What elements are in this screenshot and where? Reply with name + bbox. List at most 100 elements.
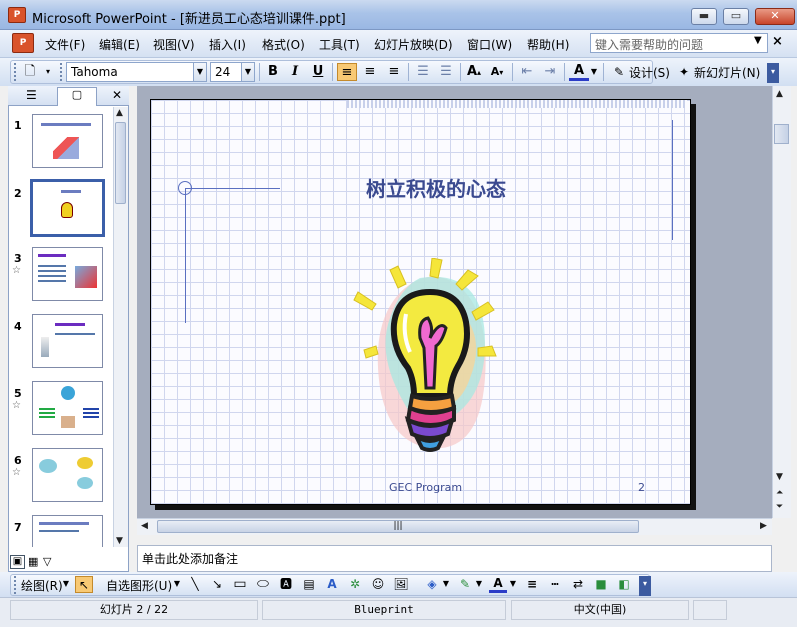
notes-input[interactable]: 单击此处添加备注 bbox=[137, 545, 772, 572]
new-slide-button[interactable]: 新幻灯片(N) bbox=[694, 64, 760, 81]
slide-title[interactable]: 树立积极的心态 bbox=[366, 173, 506, 202]
dash-style-icon[interactable]: ┅ bbox=[546, 576, 564, 593]
align-right-icon[interactable]: ≡ bbox=[384, 63, 404, 81]
close-document-button[interactable]: × bbox=[772, 34, 783, 49]
arrow-icon[interactable]: ↘ bbox=[208, 576, 226, 593]
numbering-icon[interactable]: ☰ bbox=[413, 63, 433, 81]
new-slide-icon[interactable]: ✦ bbox=[674, 63, 694, 81]
decorative-line bbox=[185, 188, 186, 323]
font-name-select[interactable]: Tahoma bbox=[66, 62, 194, 82]
fill-color-icon[interactable]: ◈ bbox=[423, 576, 441, 593]
normal-view-icon[interactable]: ▣ bbox=[10, 555, 25, 569]
autoshapes-menu-button[interactable]: 自选图形(U) bbox=[106, 577, 172, 594]
slides-tab[interactable]: ▢ bbox=[57, 87, 97, 106]
menu-window[interactable]: 窗口(W) bbox=[467, 36, 512, 53]
chevron-down-icon[interactable]: ▼ bbox=[241, 62, 255, 82]
rectangle-icon[interactable]: ▭ bbox=[231, 576, 249, 593]
toolbar-options-icon[interactable]: ▾ bbox=[639, 576, 651, 596]
decrease-indent-icon[interactable]: ⇤ bbox=[517, 63, 537, 81]
align-center-icon[interactable]: ≡ bbox=[360, 63, 380, 81]
slide-thumbnail-7[interactable] bbox=[32, 515, 103, 547]
menu-tools[interactable]: 工具(T) bbox=[319, 36, 360, 53]
oval-icon[interactable]: ⬭ bbox=[254, 576, 272, 593]
vertical-textbox-icon[interactable]: ▤ bbox=[300, 576, 318, 593]
scroll-thumb[interactable]: ||| bbox=[157, 520, 639, 533]
italic-button[interactable]: I bbox=[285, 63, 305, 81]
menu-insert[interactable]: 插入(I) bbox=[209, 36, 246, 53]
design-button[interactable]: 设计(S) bbox=[629, 64, 670, 81]
close-icon[interactable]: ✕ bbox=[112, 88, 122, 102]
bold-button[interactable]: B bbox=[263, 63, 283, 81]
diagram-icon[interactable]: ✲ bbox=[346, 576, 364, 593]
menu-format[interactable]: 格式(O) bbox=[262, 36, 305, 53]
scroll-up-icon[interactable]: ▲ bbox=[116, 108, 123, 118]
lightbulb-clipart[interactable] bbox=[350, 258, 510, 456]
menu-slideshow[interactable]: 幻灯片放映(D) bbox=[374, 36, 453, 53]
toolbar-grip[interactable] bbox=[14, 63, 17, 81]
arrow-style-icon[interactable]: ⇄ bbox=[569, 576, 587, 593]
minimize-button[interactable]: ▬ bbox=[691, 8, 717, 25]
wordart-icon[interactable]: A bbox=[323, 576, 341, 593]
scroll-right-icon[interactable]: ▶ bbox=[760, 521, 767, 531]
toolbar-options-icon[interactable]: ▾ bbox=[42, 63, 54, 81]
draw-menu-button[interactable]: 绘图(R) bbox=[21, 577, 63, 594]
line-icon[interactable]: ╲ bbox=[186, 576, 204, 593]
chevron-down-icon[interactable]: ▼ bbox=[61, 576, 71, 593]
increase-font-icon[interactable]: A▴ bbox=[464, 63, 484, 81]
scroll-up-icon[interactable]: ▲ bbox=[776, 89, 783, 99]
ppt-icon[interactable]: P bbox=[8, 7, 26, 23]
previous-slide-icon[interactable]: ⏶ bbox=[776, 488, 783, 498]
chevron-down-icon[interactable]: ▼ bbox=[589, 63, 599, 81]
menu-view[interactable]: 视图(V) bbox=[153, 36, 195, 53]
picture-icon[interactable]: 🖼 bbox=[392, 576, 410, 593]
slide-thumbnail-3[interactable] bbox=[32, 247, 103, 301]
design-icon[interactable]: ✎ bbox=[609, 63, 629, 81]
font-size-select[interactable]: 24 bbox=[210, 62, 242, 82]
slide-scrollbar[interactable] bbox=[772, 86, 791, 518]
slide-thumbnail-4[interactable] bbox=[32, 314, 103, 368]
slide-thumbnail-6[interactable] bbox=[32, 448, 103, 502]
slideshow-view-icon[interactable]: ▽ bbox=[43, 555, 51, 568]
slide-sorter-view-icon[interactable]: ▦ bbox=[28, 555, 38, 568]
scroll-thumb[interactable] bbox=[115, 122, 126, 204]
chevron-down-icon[interactable]: ▼ bbox=[474, 576, 484, 593]
chevron-down-icon[interactable]: ▼ bbox=[441, 576, 451, 593]
scroll-left-icon[interactable]: ◀ bbox=[141, 521, 148, 531]
textbox-icon[interactable]: 🅰 bbox=[277, 576, 295, 593]
chevron-down-icon[interactable]: ▼ bbox=[172, 576, 182, 593]
next-slide-icon[interactable]: ⏷ bbox=[776, 502, 783, 512]
line-style-icon[interactable]: ≡ bbox=[523, 576, 541, 593]
font-color-icon[interactable]: A bbox=[489, 576, 507, 593]
slide-thumbnail-2[interactable] bbox=[30, 179, 105, 237]
align-left-icon[interactable]: ≡ bbox=[337, 63, 357, 81]
document-icon[interactable]: P bbox=[12, 33, 34, 53]
decrease-font-icon[interactable]: A▾ bbox=[487, 63, 507, 81]
menu-edit[interactable]: 编辑(E) bbox=[99, 36, 140, 53]
menu-help[interactable]: 帮助(H) bbox=[527, 36, 569, 53]
help-search-input[interactable]: 键入需要帮助的问题 bbox=[590, 33, 768, 53]
maximize-button[interactable]: ▭ bbox=[723, 8, 749, 25]
chevron-down-icon[interactable]: ▼ bbox=[754, 35, 762, 46]
3d-style-icon[interactable]: ◧ bbox=[615, 576, 633, 593]
scroll-thumb[interactable] bbox=[774, 124, 789, 144]
chevron-down-icon[interactable]: ▼ bbox=[193, 62, 207, 82]
outline-tab[interactable]: ☰ bbox=[26, 88, 37, 102]
close-button[interactable]: ✕ bbox=[755, 8, 795, 25]
slide-thumbnail-5[interactable] bbox=[32, 381, 103, 435]
line-color-icon[interactable]: ✎ bbox=[456, 576, 474, 593]
window-title: Microsoft PowerPoint - [新进员工心态培训课件.ppt] bbox=[32, 12, 346, 27]
clipart-icon[interactable]: ☺ bbox=[369, 576, 387, 593]
chevron-down-icon[interactable]: ▼ bbox=[508, 576, 518, 593]
underline-button[interactable]: U bbox=[308, 63, 328, 81]
bullets-icon[interactable]: ☰ bbox=[436, 63, 456, 81]
scroll-down-icon[interactable]: ▼ bbox=[116, 536, 123, 546]
scroll-down-icon[interactable]: ▼ bbox=[776, 472, 783, 482]
select-pointer-icon[interactable]: ↖ bbox=[75, 576, 93, 593]
slide-thumbnail-1[interactable] bbox=[32, 114, 103, 168]
shadow-icon[interactable]: ■ bbox=[592, 576, 610, 593]
font-color-icon[interactable]: A bbox=[569, 63, 589, 81]
toolbar-options-icon[interactable]: ▾ bbox=[767, 63, 779, 83]
menu-file[interactable]: 文件(F) bbox=[45, 36, 85, 53]
increase-indent-icon[interactable]: ⇥ bbox=[540, 63, 560, 81]
new-document-icon[interactable]: 🗋 bbox=[20, 63, 40, 81]
